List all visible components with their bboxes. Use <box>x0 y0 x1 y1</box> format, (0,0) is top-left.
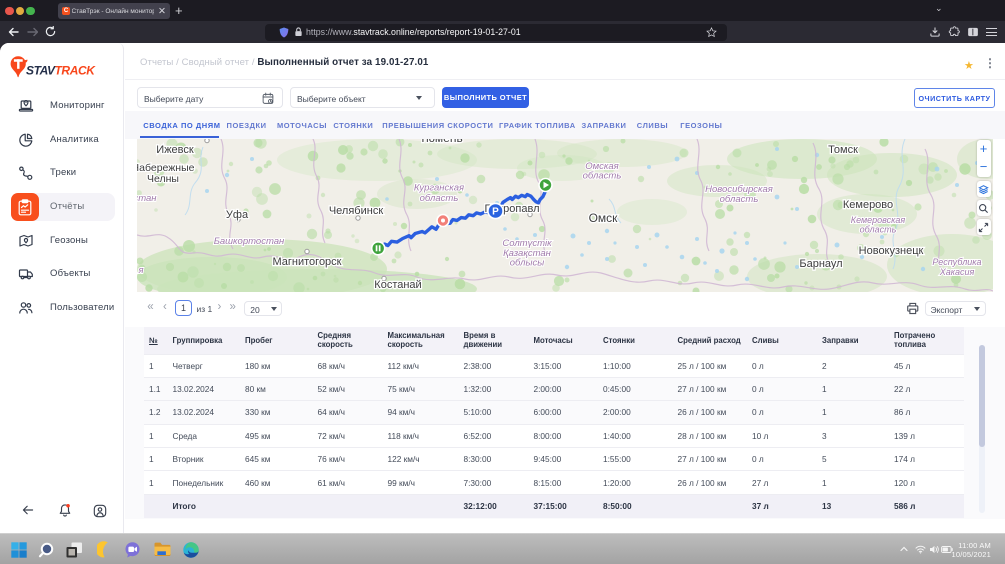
svg-text:область: область <box>420 193 459 204</box>
svg-text:Магнитогорск: Магнитогорск <box>273 256 342 268</box>
svg-text:Уфа: Уфа <box>226 209 249 221</box>
svg-text:область: область <box>860 224 897 234</box>
svg-text:Костанай: Костанай <box>374 279 421 291</box>
svg-text:Челябинск: Челябинск <box>329 205 383 217</box>
svg-text:TRACK: TRACK <box>55 64 97 78</box>
svg-text:Омск: Омск <box>589 211 619 225</box>
svg-text:облысы: облысы <box>510 257 545 268</box>
svg-text:Башкортостан: Башкортостан <box>214 236 285 247</box>
svg-text:Хакасия: Хакасия <box>939 267 975 277</box>
svg-text:Кемерово: Кемерово <box>843 199 893 211</box>
svg-text:Челны: Челны <box>147 173 179 185</box>
svg-text:Тюмень: Тюмень <box>419 139 462 145</box>
svg-text:область: область <box>720 194 759 205</box>
svg-text:Барнаул: Барнаул <box>799 258 842 270</box>
svg-text:стан: стан <box>137 193 157 204</box>
svg-text:STAV: STAV <box>26 64 56 78</box>
svg-text:Ижевск: Ижевск <box>156 144 194 156</box>
svg-text:Кемеровская: Кемеровская <box>851 215 906 225</box>
svg-text:я: я <box>137 265 143 276</box>
svg-text:Новокузнецк: Новокузнецк <box>859 245 924 257</box>
svg-text:область: область <box>583 170 622 181</box>
svg-text:Курганская: Курганская <box>414 182 464 193</box>
svg-text:P: P <box>492 206 499 217</box>
svg-text:Республика: Республика <box>932 257 981 267</box>
svg-text:Томск: Томск <box>828 144 858 156</box>
